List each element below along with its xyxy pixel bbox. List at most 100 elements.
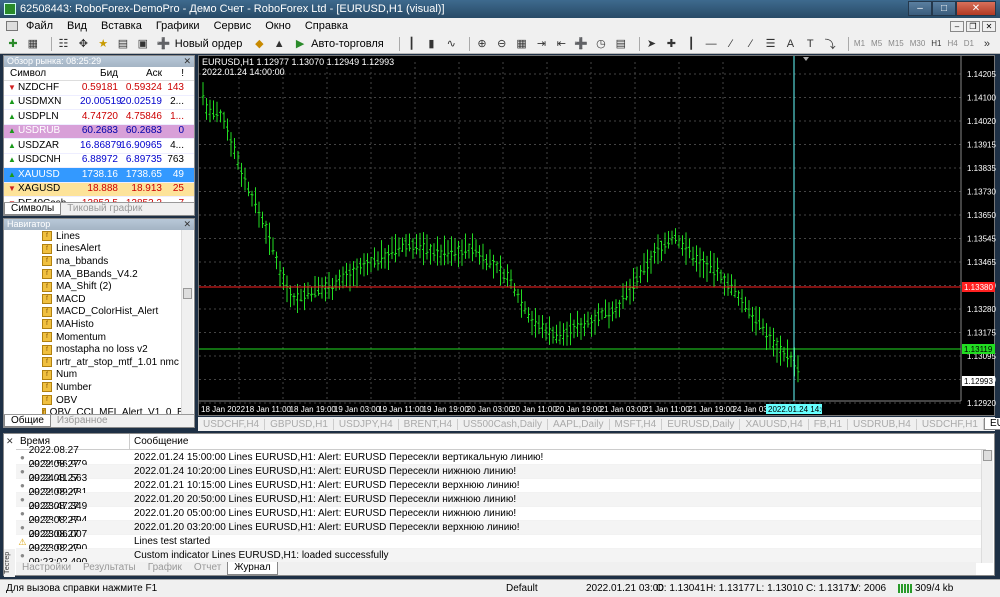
chart-tab[interactable]: USDRUB,H4	[848, 418, 917, 430]
chart-tab[interactable]: MSFT,H4	[610, 418, 663, 430]
timeframe-m1[interactable]: M1	[854, 39, 865, 48]
column-spread[interactable]: !	[162, 67, 186, 80]
mdi-close-icon[interactable]: ✕	[982, 20, 996, 32]
indicators-icon[interactable]: ➕	[574, 37, 588, 51]
zoom-out-icon[interactable]: ⊖	[495, 37, 509, 51]
terminal-icon[interactable]: ▤	[116, 37, 130, 51]
chart-tab[interactable]: GBPUSD,H1	[265, 418, 334, 430]
navigator-item[interactable]: f mostapha no loss v2	[4, 343, 182, 356]
tester-tab[interactable]: Настройки	[16, 562, 77, 575]
navigator-item[interactable]: f Lines	[4, 230, 182, 243]
autotrading-button[interactable]: ▶ Авто-торговля	[292, 37, 384, 51]
chart-tab[interactable]: EURUSD,H1 (visual)	[983, 418, 1000, 430]
timeframe-m30[interactable]: M30	[910, 39, 926, 48]
column-symbol[interactable]: Символ	[4, 67, 80, 80]
navigator-scrollbar[interactable]	[181, 230, 193, 414]
journal-row[interactable]: ● 2022.08.27 09:23:06.007 2022.01.20 03:20…	[16, 515, 986, 540]
market-watch-row[interactable]: ▲ USDCNH 6.88972 6.89735 763	[4, 154, 194, 168]
column-ask[interactable]: Аск	[118, 67, 162, 80]
timeframe-m15[interactable]: M15	[888, 39, 904, 48]
timeframe-m5[interactable]: M5	[871, 39, 882, 48]
tile-windows-icon[interactable]: ▦	[515, 37, 529, 51]
journal-row[interactable]: ● 2022.08.27 09:23:12.894 2022.01.20 05:00…	[16, 501, 986, 526]
chart-tab[interactable]: USDJPY,H4	[334, 418, 399, 430]
navigator-item[interactable]: fOBV_CCI_MFI_Alert_V1_0_Buffers	[4, 406, 182, 414]
tester-tab[interactable]: График	[142, 562, 188, 575]
journal-row[interactable]: ● 2022.08.27 09:24:56.979 2022.01.24 15:00…	[16, 445, 986, 470]
fibo-icon[interactable]: ☰	[764, 37, 778, 51]
chart-tab[interactable]: USDCHF,H4	[198, 418, 266, 430]
market-watch-row[interactable]: ▲ USDMXN 20.00519 20.02519 2...	[4, 96, 194, 110]
chart-tab[interactable]: US500Cash,Daily	[458, 418, 548, 430]
menu-item[interactable]: Справка	[305, 20, 348, 32]
maximize-icon[interactable]: □	[932, 1, 956, 16]
chart-shift-icon[interactable]: ⇤	[554, 37, 568, 51]
signals-icon[interactable]: ▲	[272, 37, 286, 51]
chart-tab[interactable]: EURUSD,Daily	[662, 418, 741, 430]
scrollbar-thumb[interactable]	[183, 288, 192, 299]
timeframe-d1[interactable]: D1	[964, 39, 974, 48]
navigator-item[interactable]: f nrtr_atr_stop_mtf_1.01 nmc	[4, 356, 182, 369]
market-watch-row[interactable]: ▲ XAUUSD 1738.16 1738.65 49	[4, 168, 194, 183]
close-icon[interactable]: ✕	[183, 56, 191, 67]
autoscroll-icon[interactable]: ⇥	[535, 37, 549, 51]
journal-row[interactable]: ● 2022.08.27 09:24:09.481 2022.01.21 10:15…	[16, 473, 986, 498]
tester-tab[interactable]: Результаты	[77, 562, 142, 575]
market-watch-row[interactable]: ▲ USDPLN 4.74720 4.75846 1...	[4, 110, 194, 125]
timeframe-h1[interactable]: H1	[931, 39, 941, 48]
navigator-item[interactable]: f MA_BBands_V4.2	[4, 268, 182, 281]
label-icon[interactable]: T	[803, 37, 817, 51]
trendline-icon[interactable]: ∕	[724, 37, 738, 51]
bar-chart-icon[interactable]: ┃	[405, 37, 419, 51]
profiles-icon[interactable]: ▦	[26, 37, 40, 51]
line-chart-icon[interactable]: ∿	[444, 37, 458, 51]
journal-row[interactable]: ● 2022.08.27 09:23:47.349 2022.01.20 20:50…	[16, 487, 986, 512]
navigator-icon[interactable]: ★	[96, 37, 110, 51]
chart-tab[interactable]: BRENT,H4	[399, 418, 459, 430]
navigator-item[interactable]: f Number	[4, 381, 182, 394]
mdi-minimize-icon[interactable]: –	[950, 20, 964, 32]
chart-canvas[interactable]: 1.14205 1.14100 1.14020 1.13915 1.13835 1.137…	[199, 56, 996, 417]
timeframe-h4[interactable]: H4	[948, 39, 958, 48]
navigator-item[interactable]: f OBV	[4, 394, 182, 407]
menu-item[interactable]: Файл	[26, 20, 53, 32]
templates-icon[interactable]: ▤	[614, 37, 628, 51]
navigator-item[interactable]: f ma_bbands	[4, 255, 182, 268]
crosshair-icon[interactable]: ✚	[664, 37, 678, 51]
journal-scrollbar[interactable]	[981, 450, 993, 563]
close-icon[interactable]: ✕	[956, 1, 996, 16]
market-watch-row[interactable]: ▼ XAGUSD 18.888 18.913 25	[4, 182, 194, 197]
new-order-button[interactable]: ➕ Новый ордер	[156, 37, 243, 51]
chart-tab[interactable]: AAPL,Daily	[548, 418, 610, 430]
market-watch-row[interactable]: ▲ USDRUB 60.2683 60.2683 0	[4, 124, 194, 139]
menu-item[interactable]: Вид	[67, 20, 87, 32]
zoom-in-icon[interactable]: ⊕	[475, 37, 489, 51]
navigator-item[interactable]: f Momentum	[4, 331, 182, 344]
column-message[interactable]: Сообщение	[130, 434, 188, 449]
navigator-item[interactable]: f MACD	[4, 293, 182, 306]
metaeditor-icon[interactable]: ◆	[252, 37, 266, 51]
data-window-icon[interactable]: ✥	[76, 37, 90, 51]
navigator-item[interactable]: f MAHisto	[4, 318, 182, 331]
chart-tab[interactable]: FB,H1	[809, 418, 849, 430]
new-chart-icon[interactable]: ✚	[6, 37, 20, 51]
horizontal-line-icon[interactable]: —	[704, 37, 718, 51]
mdi-restore-icon[interactable]: ❐	[966, 20, 980, 32]
arrows-icon[interactable]: ⤵	[823, 37, 837, 51]
market-watch-row[interactable]: ▲ USDZAR 16.86879 16.90965 4...	[4, 139, 194, 154]
document-icon[interactable]	[6, 21, 18, 31]
column-bid[interactable]: Бид	[80, 67, 118, 80]
tab-tick-chart[interactable]: Тиковый график	[61, 203, 148, 215]
minimize-icon[interactable]: –	[908, 1, 932, 16]
tester-tab[interactable]: Журнал	[227, 562, 278, 575]
periods-icon[interactable]: ◷	[594, 37, 608, 51]
journal-row[interactable]: ⚠ 2022.08.27 09:23:02.490 Lines test start…	[16, 529, 986, 554]
cursor-icon[interactable]: ➤	[645, 37, 659, 51]
market-watch-row[interactable]: ▼ NZDCHF 0.59181 0.59324 143	[4, 81, 194, 96]
toolbar-more-icon[interactable]: »	[980, 37, 994, 51]
scrollbar-thumb[interactable]	[983, 450, 992, 461]
close-icon[interactable]: ✕	[183, 219, 191, 230]
price-chart[interactable]: 1.14205 1.14100 1.14020 1.13915 1.13835 1.137…	[198, 55, 996, 417]
navigator-item[interactable]: f MACD_ColorHist_Alert	[4, 306, 182, 319]
menu-item[interactable]: Графики	[156, 20, 200, 32]
